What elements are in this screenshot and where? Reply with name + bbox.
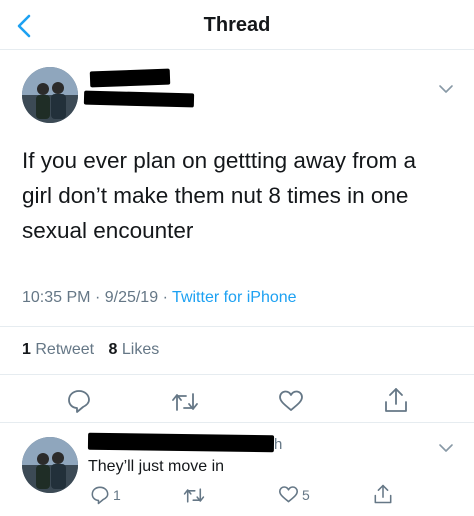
reply-count: 1	[113, 487, 121, 503]
avatar-photo	[22, 67, 78, 123]
share-icon	[385, 388, 407, 412]
likes-stat[interactable]: 8 Likes	[109, 341, 160, 358]
reply-retweet-button[interactable]	[183, 486, 205, 505]
chevron-down-icon	[439, 85, 453, 93]
reply-icon	[91, 486, 109, 505]
reply-icon	[68, 390, 90, 413]
share-icon	[374, 484, 392, 504]
tweet-date: 9/25/19	[104, 289, 159, 306]
page-title: Thread	[203, 14, 271, 36]
meta-separator: ·	[162, 289, 168, 306]
tweet-options-button[interactable]	[438, 82, 454, 94]
retweet-stat[interactable]: 1 Retweet	[22, 341, 94, 358]
reply-avatar[interactable]	[22, 437, 78, 493]
avatar[interactable]	[22, 67, 78, 123]
retweet-label: Retweet	[35, 341, 95, 358]
divider	[0, 422, 474, 423]
nav-bar: Thread	[0, 0, 474, 50]
tweet-client-link[interactable]: Twitter for iPhone	[172, 289, 297, 306]
divider	[0, 326, 474, 327]
retweet-count: 1	[22, 341, 31, 358]
redacted-username	[83, 90, 195, 108]
reply-options-button[interactable]	[438, 441, 454, 453]
tweet-time: 10:35 PM	[22, 289, 91, 306]
likes-label: Likes	[121, 341, 160, 358]
retweet-icon	[183, 488, 205, 503]
chevron-down-icon	[439, 444, 453, 452]
reply-share-button[interactable]	[373, 483, 393, 505]
reply-like-count: 5	[302, 487, 310, 503]
share-button[interactable]	[383, 386, 409, 414]
reply-button[interactable]	[66, 388, 92, 414]
reply-reply-button[interactable]	[90, 485, 110, 505]
like-heart-icon	[278, 486, 298, 503]
reply-text: They’ll just move in	[88, 458, 225, 475]
likes-count: 8	[108, 341, 118, 358]
redacted-reply-author	[87, 432, 275, 453]
meta-separator: ·	[94, 289, 101, 306]
tweet-stats: 1 Retweet 8 Likes	[22, 341, 159, 359]
avatar-photo	[22, 437, 78, 493]
reply-like-button[interactable]	[278, 485, 299, 504]
tweet-text: If you ever plan on gettting away from a…	[22, 148, 416, 243]
retweet-icon	[172, 393, 198, 411]
redacted-display-name	[89, 68, 171, 88]
retweet-button[interactable]	[171, 390, 199, 414]
reply-author-name-tail: h	[274, 436, 283, 453]
tweet-metadata: 10:35 PM · 9/25/19 · Twitter for iPhone	[22, 289, 297, 307]
divider	[0, 374, 474, 375]
like-heart-icon	[279, 390, 303, 411]
like-button[interactable]	[278, 389, 304, 413]
